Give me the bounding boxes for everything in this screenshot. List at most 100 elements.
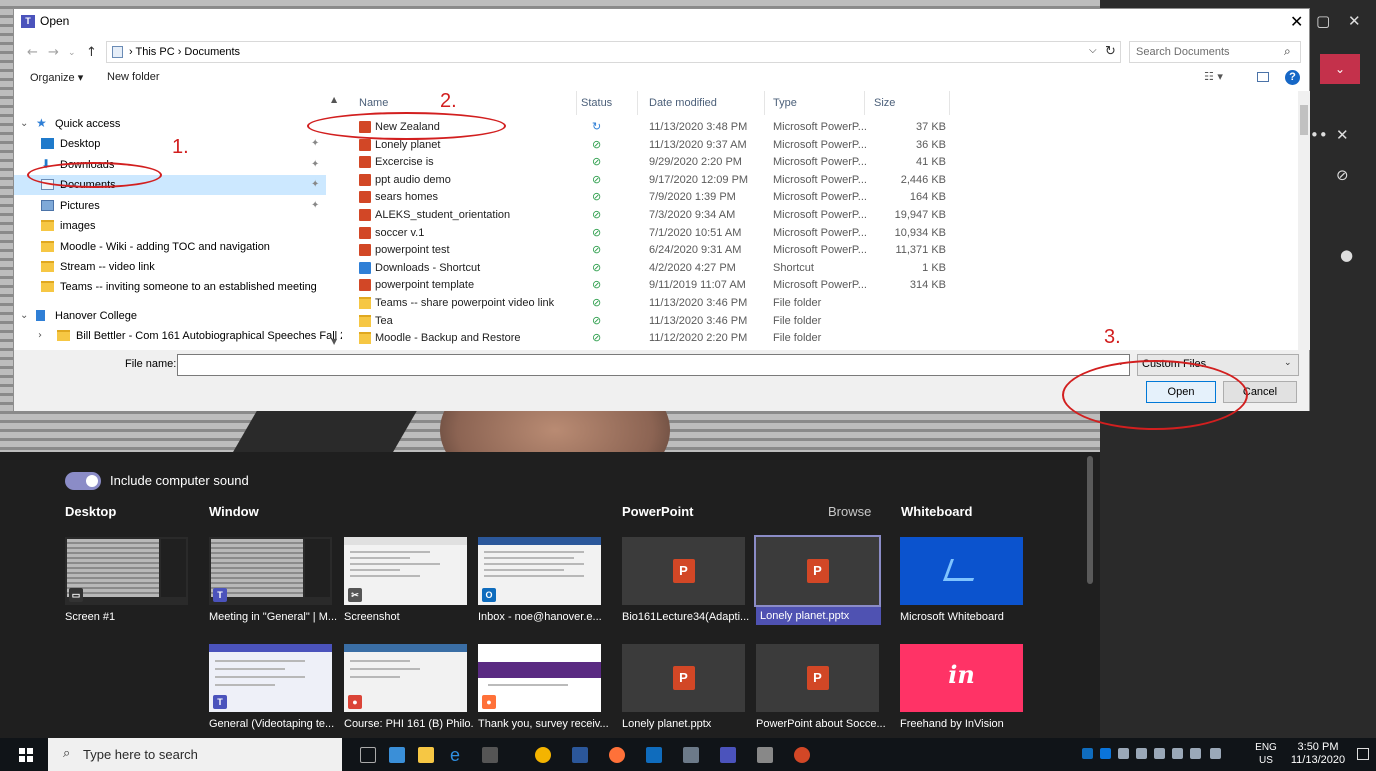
file-row[interactable]: Teams -- share powerpoint video link ⊘ 11/…: [354, 294, 1298, 312]
close-panel-icon[interactable]: ✕: [1336, 126, 1349, 144]
tray-icon[interactable]: [1136, 748, 1147, 759]
file-row[interactable]: powerpoint template ⊘ 9/11/2019 11:07 AM Mi…: [354, 276, 1298, 294]
up-icon[interactable]: ↑: [86, 45, 97, 60]
include-sound-toggle[interactable]: [65, 472, 101, 490]
powerpoint-icon[interactable]: [794, 747, 810, 763]
scroll-thumb[interactable]: [1300, 105, 1308, 135]
tile-bio161[interactable]: P: [622, 537, 745, 605]
tile-whiteboard[interactable]: [900, 537, 1023, 605]
file-row[interactable]: powerpoint test ⊘ 6/24/2020 9:31 AM Microso…: [354, 241, 1298, 259]
new-folder-button[interactable]: New folder: [107, 71, 160, 83]
address-bar[interactable]: › This PC › Documents ⌵ ↻: [106, 41, 1121, 63]
task-view-icon[interactable]: [360, 747, 376, 763]
nav-item[interactable]: Moodle - Wiki - adding TOC and navigatio…: [14, 237, 326, 257]
tile-screen-1[interactable]: ▭: [65, 537, 188, 605]
tile-invision[interactable]: in: [900, 644, 1023, 712]
column-type[interactable]: Type: [773, 97, 797, 109]
tile-lonely-planet-selected[interactable]: P: [754, 535, 881, 607]
tile-meeting-general[interactable]: T: [209, 537, 332, 605]
taskbar-search[interactable]: ⌕ Type here to search: [48, 738, 342, 771]
file-row[interactable]: Downloads - Shortcut ⊘ 4/2/2020 4:27 PM Sho…: [354, 259, 1298, 277]
nav-item[interactable]: ⌄ ★ Quick access: [14, 114, 326, 134]
clock[interactable]: 3:50 PM 11/13/2020: [1290, 741, 1346, 767]
notification-icon[interactable]: [1357, 748, 1369, 760]
expand-chevron-icon[interactable]: ⌄: [20, 114, 28, 134]
windows-start-icon[interactable]: [19, 748, 33, 762]
calculator-icon[interactable]: [683, 747, 699, 763]
file-row[interactable]: ALEKS_student_orientation ⊘ 7/3/2020 9:34 …: [354, 206, 1298, 224]
column-divider[interactable]: [576, 91, 577, 115]
refresh-icon[interactable]: ↻: [1105, 44, 1116, 59]
store-icon[interactable]: [389, 747, 405, 763]
firefox-icon[interactable]: [609, 747, 625, 763]
organize-button[interactable]: Organize ▾: [30, 71, 83, 84]
tile-powerpoint-soccer[interactable]: P: [756, 644, 879, 712]
onedrive-icon[interactable]: [1100, 748, 1111, 759]
back-icon[interactable]: ←: [27, 45, 38, 60]
recent-dropdown-icon[interactable]: ⌄: [68, 48, 76, 58]
nav-item[interactable]: Stream -- video link: [14, 257, 326, 277]
nav-item[interactable]: › Bill Bettler - Com 161 Autobiographical…: [14, 326, 342, 346]
column-size[interactable]: Size: [874, 97, 895, 109]
pin-icon[interactable]: ✦: [311, 196, 319, 216]
tray-icon[interactable]: [1118, 748, 1129, 759]
file-explorer-icon[interactable]: [418, 747, 434, 763]
column-date[interactable]: Date modified: [649, 97, 717, 109]
volume-icon[interactable]: [1210, 748, 1221, 759]
column-divider[interactable]: [949, 91, 950, 115]
snipping-tool-icon[interactable]: [757, 747, 773, 763]
pin-icon[interactable]: ✦: [311, 155, 319, 175]
app-icon[interactable]: [482, 747, 498, 763]
close-icon[interactable]: ✕: [1348, 12, 1361, 30]
close-icon[interactable]: ✕: [1290, 12, 1303, 31]
tile-course-phi161[interactable]: ●: [344, 644, 467, 712]
list-scrollbar[interactable]: [1298, 91, 1310, 350]
language-indicator[interactable]: ENG US: [1251, 741, 1281, 767]
search-input[interactable]: Search Documents ⌕: [1129, 41, 1301, 63]
column-divider[interactable]: [764, 91, 765, 115]
maximize-icon[interactable]: ▢: [1316, 12, 1330, 30]
file-row[interactable]: Lonely planet ⊘ 11/13/2020 9:37 AM Microsof…: [354, 136, 1298, 154]
word-icon[interactable]: [572, 747, 588, 763]
breadcrumb[interactable]: › This PC › Documents: [129, 46, 240, 58]
battery-icon[interactable]: [1190, 748, 1201, 759]
column-name[interactable]: Name: [359, 97, 388, 109]
column-divider[interactable]: [864, 91, 865, 115]
leave-dropdown-icon[interactable]: ⌄: [1320, 54, 1360, 84]
file-row[interactable]: Excercise is ⊘ 9/29/2020 2:20 PM Microsoft …: [354, 153, 1298, 171]
pin-icon[interactable]: ✦: [311, 134, 319, 154]
file-row[interactable]: soccer v.1 ⊘ 7/1/2020 10:51 AM Microsoft Po…: [354, 224, 1298, 242]
browse-link[interactable]: Browse: [828, 504, 871, 519]
forward-icon[interactable]: →: [48, 45, 59, 60]
chrome-icon[interactable]: [535, 747, 551, 763]
nav-item[interactable]: Teams -- inviting someone to an establis…: [14, 277, 326, 297]
file-name-input[interactable]: [177, 354, 1130, 376]
tile-thank-you-survey[interactable]: ●: [478, 644, 601, 712]
tile-screenshot[interactable]: ✂: [344, 537, 467, 605]
preview-pane-icon[interactable]: [1257, 72, 1269, 82]
nav-item[interactable]: images: [14, 216, 326, 236]
tile-general-videotaping[interactable]: T: [209, 644, 332, 712]
file-row[interactable]: Moodle - Backup and Restore ⊘ 11/12/2020 2…: [354, 329, 1298, 347]
file-row[interactable]: sears homes ⊘ 7/9/2020 1:39 PM Microsoft Po…: [354, 188, 1298, 206]
mic-icon[interactable]: ●: [1340, 246, 1353, 264]
link-icon[interactable]: ⊘: [1336, 166, 1349, 184]
address-dropdown-icon[interactable]: ⌵: [1089, 45, 1097, 56]
file-row[interactable]: Tea ⊘ 11/13/2020 3:46 PM File folder: [354, 312, 1298, 330]
nav-item[interactable]: ⌄ Hanover College: [14, 306, 326, 326]
tile-inbox[interactable]: O: [478, 537, 601, 605]
more-icon[interactable]: ••: [1310, 126, 1328, 144]
edge-icon[interactable]: e: [450, 746, 466, 764]
pin-icon[interactable]: ✦: [311, 175, 319, 195]
nav-item[interactable]: Pictures ✦: [14, 196, 326, 216]
file-row[interactable]: ppt audio demo ⊘ 9/17/2020 12:09 PM Microso…: [354, 171, 1298, 189]
nav-item[interactable]: Desktop ✦: [14, 134, 326, 154]
outlook-tray-icon[interactable]: [1082, 748, 1093, 759]
share-scrollbar[interactable]: [1087, 456, 1093, 584]
expand-chevron-icon[interactable]: ›: [38, 326, 42, 346]
mic-tray-icon[interactable]: [1172, 748, 1183, 759]
tray-icon[interactable]: [1154, 748, 1165, 759]
column-divider[interactable]: [637, 91, 638, 115]
column-status[interactable]: Status: [581, 97, 612, 109]
expand-chevron-icon[interactable]: ⌄: [20, 306, 28, 326]
